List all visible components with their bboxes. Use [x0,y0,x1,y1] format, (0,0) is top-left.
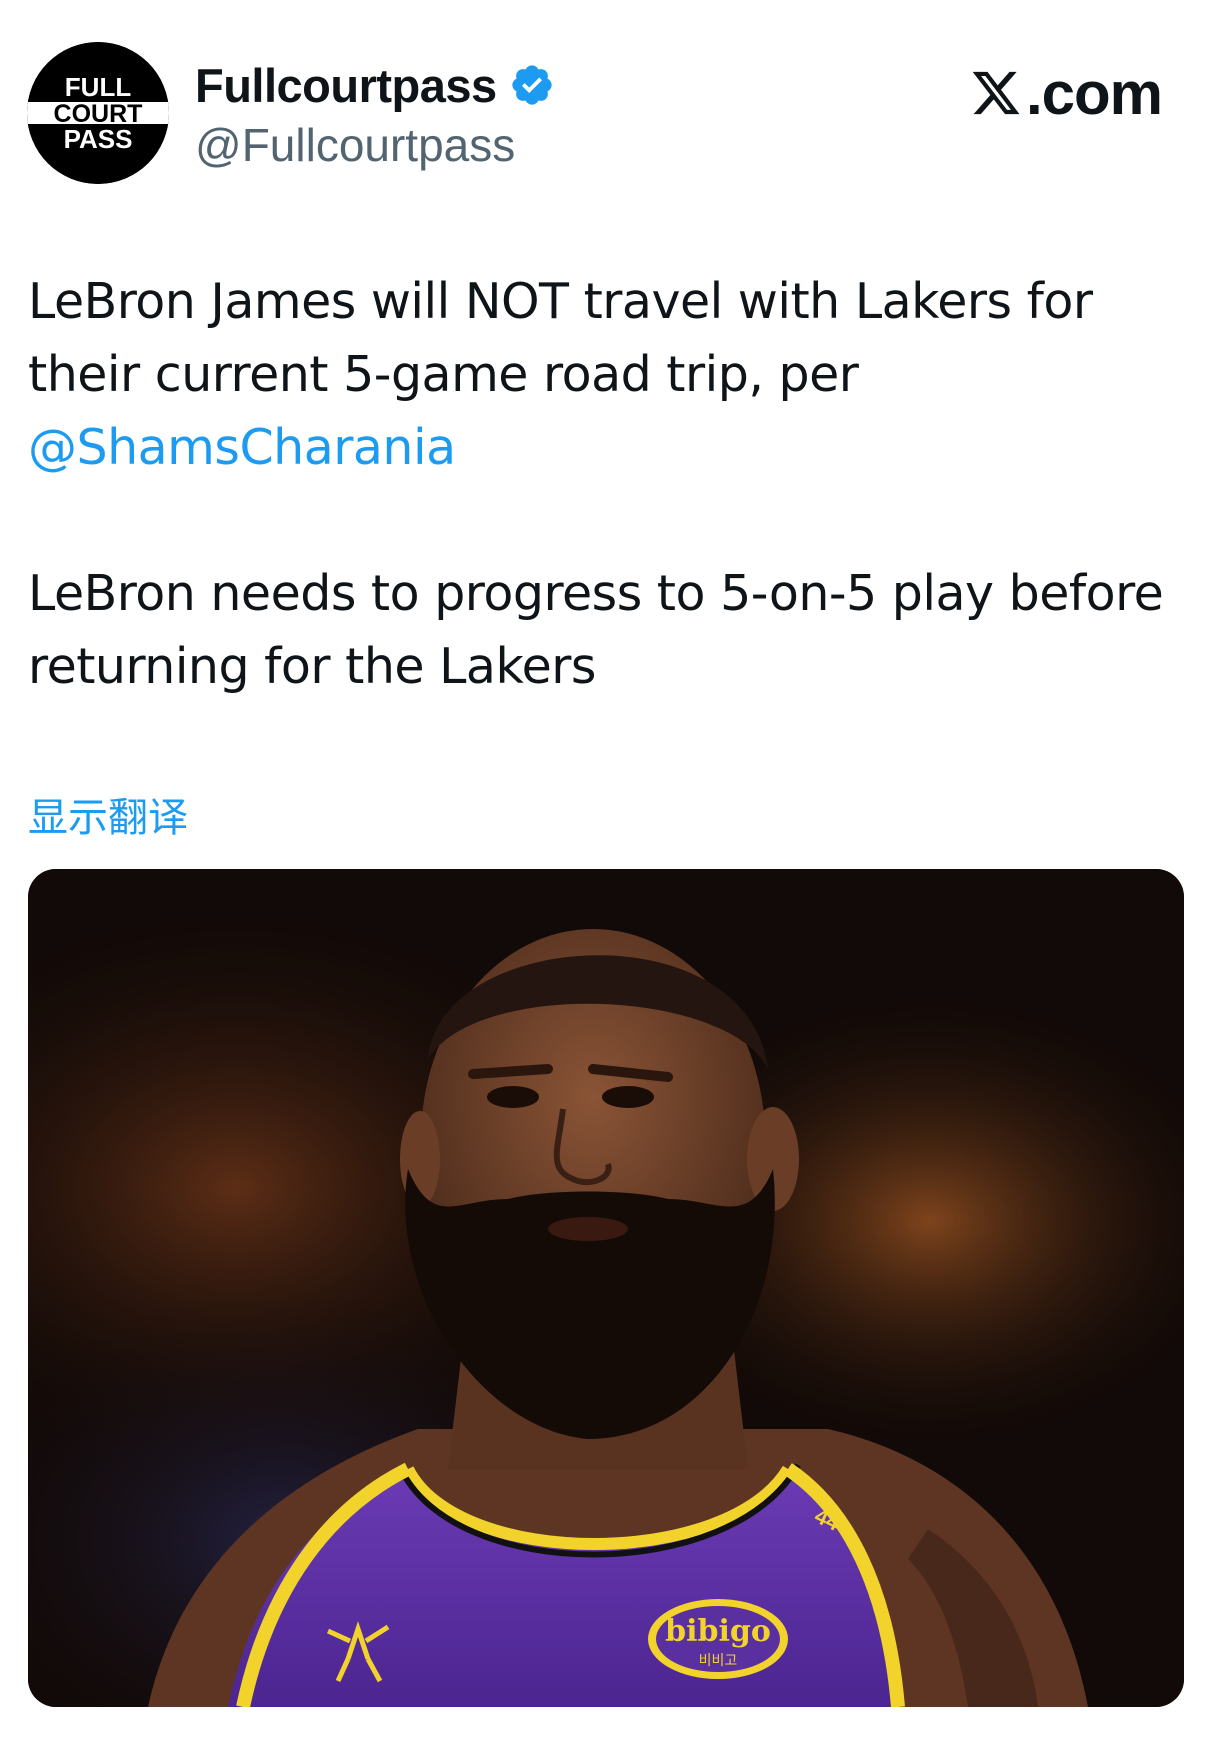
full-court-pass-logo: FULL COURT PASS [27,42,169,184]
sponsor-name: bibigo [665,1614,771,1649]
x-logo-icon [970,67,1022,119]
sponsor-sub: 비비고 [699,1653,738,1669]
tweet-photo[interactable]: 44 bibigo 비비고 [28,869,1184,1707]
sponsor-patch: bibigo 비비고 [648,1599,788,1679]
show-translation-link[interactable]: 显示翻译 [28,785,188,843]
x-brand: .com [970,58,1163,128]
avatar-text-1: FULL [65,72,132,102]
player-photo: 44 bibigo 비비고 [28,869,1184,1707]
author-block: Fullcourtpass @Fullcourtpass [195,54,555,172]
brand-domain: .com [1025,59,1163,127]
avatar[interactable]: FULL COURT PASS [27,42,169,184]
tweet-line-1: LeBron James will NOT travel with Lakers… [28,273,1093,403]
mention-link[interactable]: @ShamsCharania [28,419,456,476]
tweet-text: LeBron James will NOT travel with Lakers… [28,265,1188,703]
tweet-paragraph-2: LeBron needs to progress to 5-on-5 play … [28,565,1164,695]
name-row: Fullcourtpass [195,54,555,116]
display-name[interactable]: Fullcourtpass [195,58,497,113]
handle[interactable]: @Fullcourtpass [195,118,555,172]
avatar-text-3: PASS [64,124,133,154]
tweet-paragraph-1: LeBron James will NOT travel with Lakers… [28,265,1188,484]
verified-badge-icon [509,62,555,108]
